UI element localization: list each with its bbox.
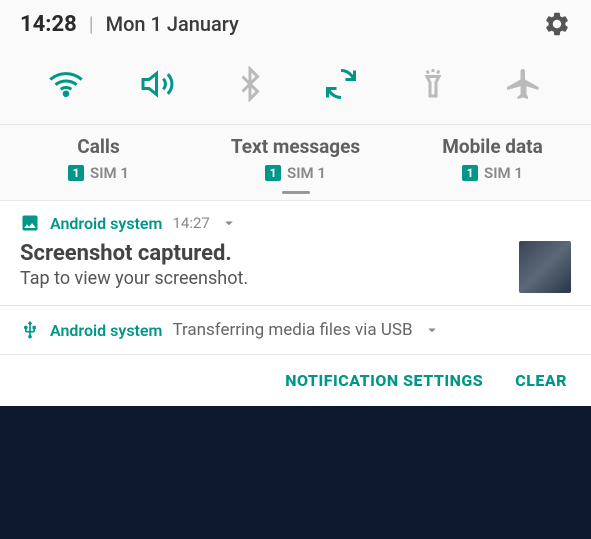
screenshot-thumbnail[interactable]: [519, 241, 571, 293]
sim-settings-row: Calls 1 SIM 1 Text messages 1 SIM 1 Mobile…: [0, 125, 591, 201]
notification-title: Screenshot captured.: [20, 241, 507, 266]
date: Mon 1 January: [106, 12, 239, 36]
notification-usb[interactable]: Android system Transferring media files …: [0, 306, 591, 355]
time: 14:28: [20, 12, 77, 37]
airplane-toggle[interactable]: [503, 62, 547, 106]
quick-toggles: [0, 48, 591, 125]
sim-badge: 1: [68, 165, 84, 181]
sim-calls-title: Calls: [10, 135, 187, 158]
sim-calls[interactable]: Calls 1 SIM 1: [0, 135, 197, 182]
separator: |: [89, 12, 94, 36]
autorotate-toggle[interactable]: [319, 62, 363, 106]
drag-handle[interactable]: [282, 191, 310, 194]
sim-name: SIM 1: [90, 164, 129, 182]
sim-data[interactable]: Mobile data 1 SIM 1: [394, 135, 591, 182]
notification-settings-button[interactable]: NOTIFICATION SETTINGS: [285, 371, 483, 390]
flashlight-toggle[interactable]: [411, 62, 455, 106]
sim-name: SIM 1: [287, 164, 326, 182]
settings-icon[interactable]: [543, 10, 571, 38]
sim-texts[interactable]: Text messages 1 SIM 1: [197, 135, 394, 182]
sim-texts-title: Text messages: [207, 135, 384, 158]
notification-app: Android system: [50, 321, 162, 340]
chevron-down-icon[interactable]: [423, 321, 441, 339]
notification-summary: Transferring media files via USB: [172, 320, 412, 340]
notification-app: Android system: [50, 214, 162, 233]
sim-badge: 1: [265, 165, 281, 181]
notification-screenshot[interactable]: Android system 14:27 Screenshot captured…: [0, 201, 591, 306]
sim-data-title: Mobile data: [404, 135, 581, 158]
notification-time: 14:27: [172, 214, 209, 232]
image-icon: [20, 213, 40, 233]
wifi-toggle[interactable]: [44, 62, 88, 106]
notification-desc: Tap to view your screenshot.: [20, 268, 507, 289]
sim-badge: 1: [462, 165, 478, 181]
chevron-down-icon[interactable]: [220, 214, 238, 232]
sim-name: SIM 1: [484, 164, 523, 182]
status-bar: 14:28 | Mon 1 January: [0, 0, 591, 48]
clear-button[interactable]: CLEAR: [515, 371, 567, 390]
notification-actions: NOTIFICATION SETTINGS CLEAR: [0, 355, 591, 406]
bluetooth-toggle[interactable]: [228, 62, 272, 106]
sound-toggle[interactable]: [136, 62, 180, 106]
usb-icon: [20, 320, 40, 340]
